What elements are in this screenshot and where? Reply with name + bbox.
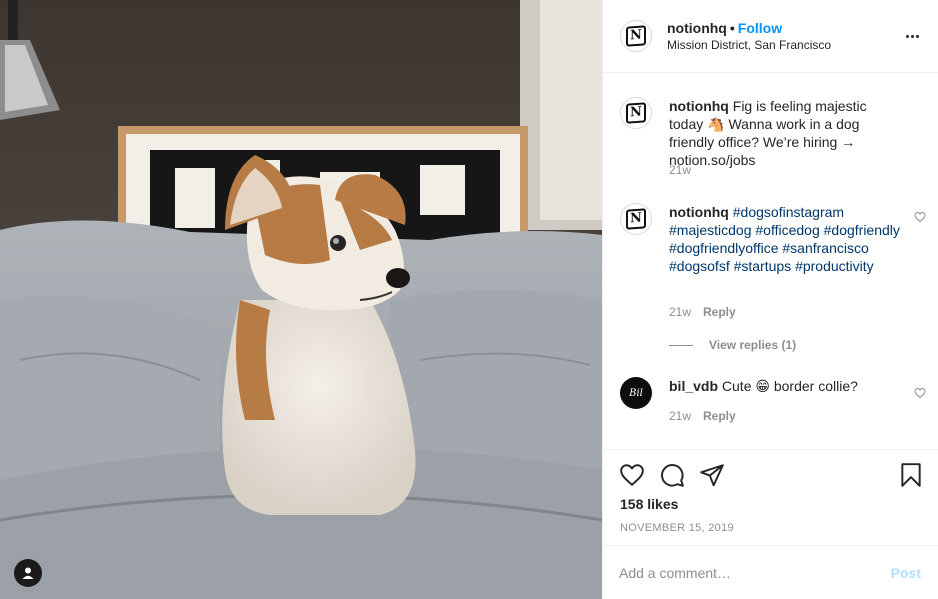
notion-logo-icon: N xyxy=(626,102,646,124)
avatar[interactable]: N xyxy=(620,203,652,235)
comment-item: Bil bil_vdb Cute 😁 border collie? 21w Rep… xyxy=(620,377,928,437)
like-heart-icon[interactable] xyxy=(619,462,645,488)
follow-button[interactable]: Follow xyxy=(738,20,782,36)
avatar[interactable]: N xyxy=(620,20,652,52)
post-date[interactable]: NOVEMBER 15, 2019 xyxy=(620,522,734,534)
like-comment-heart-icon[interactable] xyxy=(914,211,926,223)
comment-time[interactable]: 21w xyxy=(669,305,691,319)
comment-icon[interactable] xyxy=(659,462,685,488)
comment-item: N notionhq #dogsofinstagram #majesticdog… xyxy=(620,203,928,323)
notion-logo-icon: N xyxy=(626,208,646,230)
add-comment-bar: Post xyxy=(603,545,938,599)
comment-username[interactable]: notionhq xyxy=(669,204,729,220)
view-replies-button[interactable]: View replies (1) xyxy=(669,338,796,352)
comment-text: bil_vdb Cute 😁 border collie? xyxy=(669,377,900,395)
reply-button[interactable]: Reply xyxy=(703,409,736,423)
comment-time[interactable]: 21w xyxy=(669,409,691,423)
separator-dot: • xyxy=(729,20,735,36)
reply-button[interactable]: Reply xyxy=(703,305,736,319)
comment-input[interactable] xyxy=(619,563,869,583)
caption-time[interactable]: 21w xyxy=(669,163,691,177)
likes-count[interactable]: 158 likes xyxy=(620,496,678,512)
post-details-panel: N notionhq • Follow Mission District, San … xyxy=(602,0,938,599)
comment-username[interactable]: bil_vdb xyxy=(669,378,718,394)
share-icon[interactable] xyxy=(699,462,725,488)
post-author: notionhq • Follow xyxy=(667,20,782,36)
post-location[interactable]: Mission District, San Francisco xyxy=(667,38,831,52)
caption-text: notionhq Fig is feeling majestic today 🐴… xyxy=(669,97,900,169)
post-comment-button[interactable]: Post xyxy=(891,565,921,581)
post-photo[interactable] xyxy=(0,0,602,599)
tagged-user-icon[interactable] xyxy=(14,559,42,587)
avatar[interactable]: Bil xyxy=(620,377,652,409)
comment-text: notionhq #dogsofinstagram #majesticdog #… xyxy=(669,203,900,275)
save-bookmark-icon[interactable] xyxy=(898,462,924,488)
replies-divider xyxy=(669,344,693,346)
dog-photo-image xyxy=(0,0,602,599)
post-header: N notionhq • Follow Mission District, San … xyxy=(603,0,938,73)
avatar[interactable]: N xyxy=(620,97,652,129)
action-bar xyxy=(603,450,938,500)
more-options-icon[interactable] xyxy=(903,27,921,45)
comment-body: Cute 😁 border collie? xyxy=(721,378,858,394)
view-replies-label: View replies (1) xyxy=(709,338,797,352)
comment-meta: 21w Reply xyxy=(669,305,736,319)
like-comment-heart-icon[interactable] xyxy=(914,387,926,399)
comment-meta: 21w Reply xyxy=(669,409,736,423)
author-username[interactable]: notionhq xyxy=(667,20,727,36)
comments-list[interactable]: N notionhq Fig is feeling majestic today… xyxy=(603,73,938,450)
notion-logo-icon: N xyxy=(626,25,646,47)
caption-username[interactable]: notionhq xyxy=(669,98,729,114)
caption: N notionhq Fig is feeling majestic today… xyxy=(620,97,928,177)
